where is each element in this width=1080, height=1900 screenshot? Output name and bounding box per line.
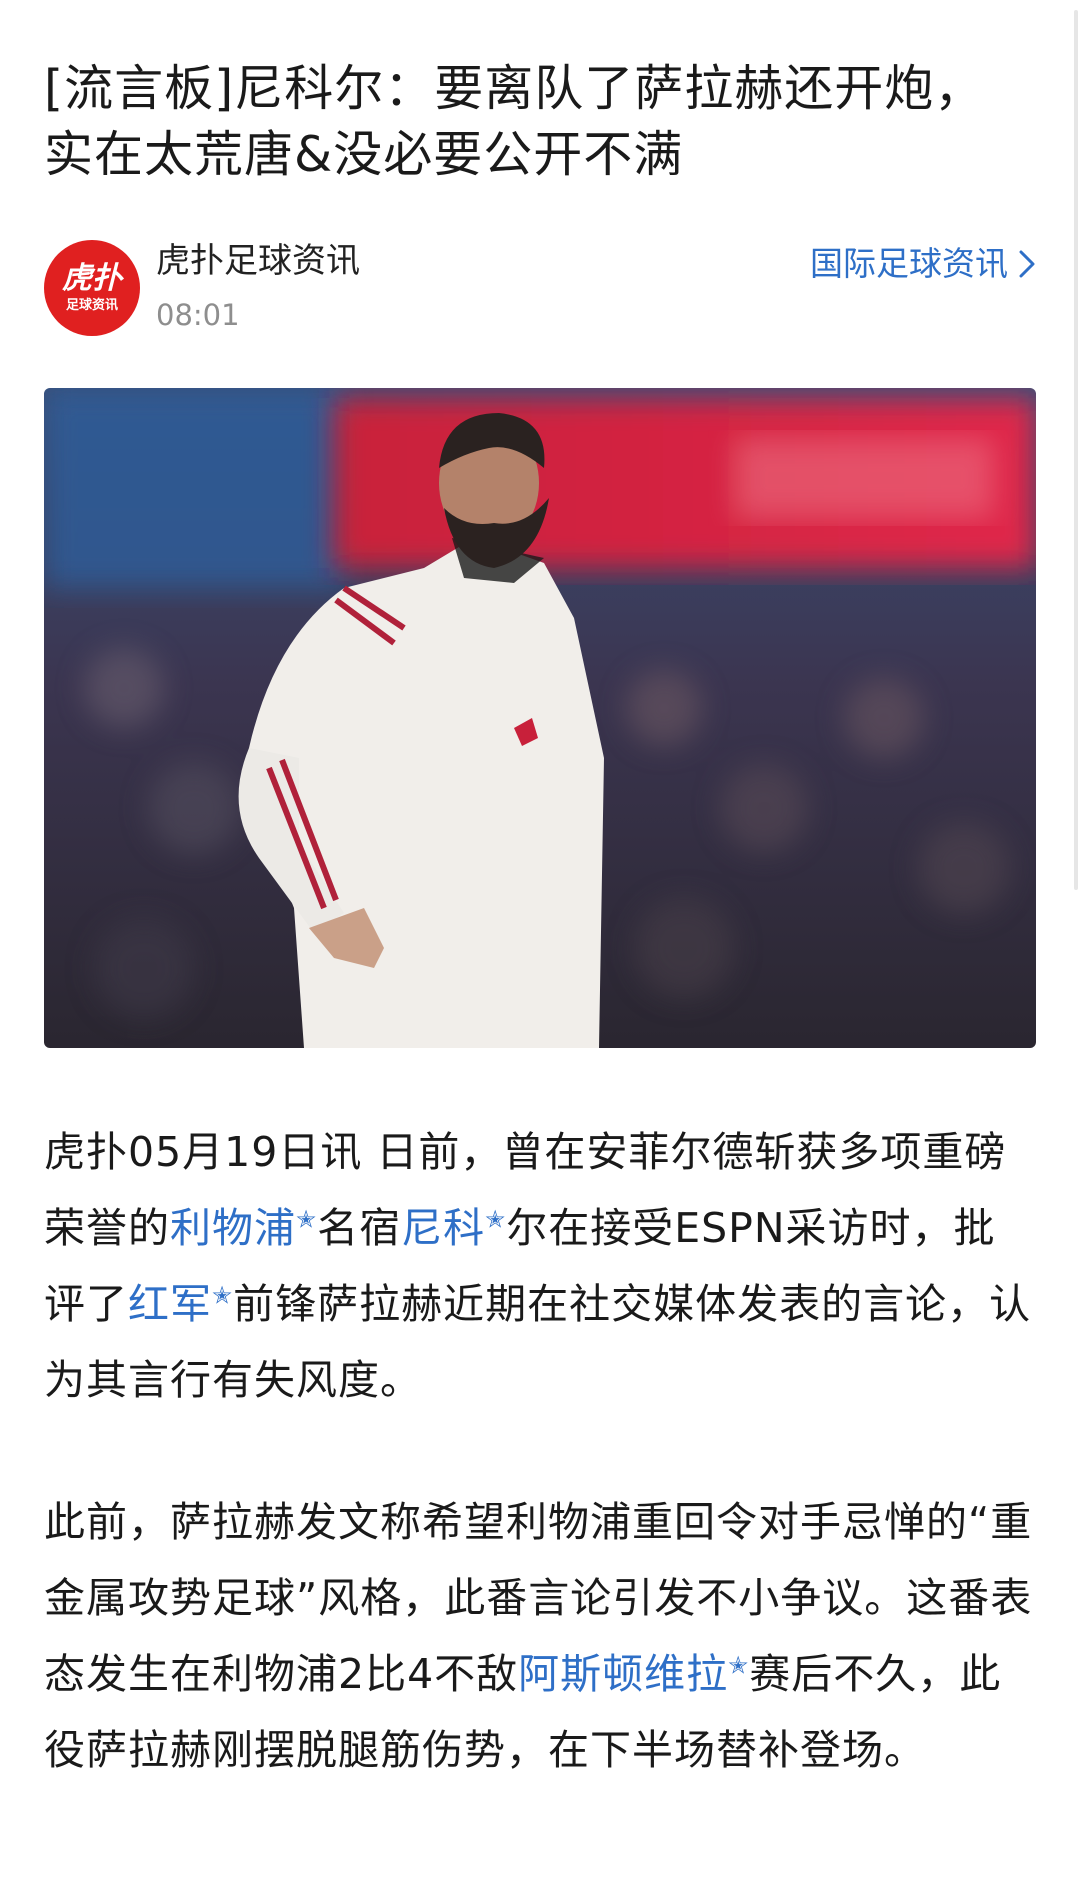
- article-paragraph-1: 虎扑05月19日讯 日前，曾在安菲尔德斩获多项重磅荣誉的利物浦✭名宿尼科✭尔在接…: [44, 1114, 1036, 1418]
- article-paragraph-2: 此前，萨拉赫发文称希望利物浦重回令对手忌惮的“重金属攻势足球”风格，此番言论引发…: [44, 1484, 1036, 1788]
- avatar-logo-text: 虎扑: [62, 261, 122, 296]
- keyword-star-icon: ✭: [212, 1281, 234, 1310]
- keyword-link-reds[interactable]: 红军: [128, 1280, 212, 1328]
- author-row: 虎扑 足球资讯 虎扑足球资讯 08:01 国际足球资讯: [44, 238, 1036, 338]
- keyword-link-liverpool[interactable]: 利物浦: [170, 1204, 296, 1252]
- channel-link-label: 国际足球资讯: [810, 244, 1008, 283]
- hero-photo-footballer: [44, 388, 1036, 1048]
- keyword-star-icon: ✭: [485, 1205, 507, 1234]
- keyword-star-icon: ✭: [728, 1651, 750, 1680]
- title-line-1: [流言板]尼科尔：要离队了萨拉赫还开炮，: [44, 60, 985, 117]
- keyword-link-nicol[interactable]: 尼科: [401, 1204, 485, 1252]
- article-page: [流言板]尼科尔：要离队了萨拉赫还开炮， 实在太荒唐&没必要公开不满 虎扑 足球…: [0, 0, 1080, 1900]
- post-time: 08:01: [156, 298, 240, 332]
- author-avatar[interactable]: 虎扑 足球资讯: [44, 240, 140, 336]
- paragraph-text: 名宿: [317, 1204, 402, 1252]
- avatar-logo-subtext: 足球资讯: [65, 298, 118, 313]
- title-line-2: 实在太荒唐&没必要公开不满: [44, 126, 684, 183]
- hero-image[interactable]: [44, 388, 1036, 1048]
- article-title: [流言板]尼科尔：要离队了萨拉赫还开炮， 实在太荒唐&没必要公开不满: [44, 56, 1024, 188]
- keyword-link-aston-villa[interactable]: 阿斯顿维拉: [518, 1650, 728, 1698]
- chevron-right-icon: [1019, 250, 1035, 278]
- channel-link[interactable]: 国际足球资讯: [810, 242, 1036, 286]
- keyword-star-icon: ✭: [296, 1205, 318, 1234]
- scrollbar-thumb[interactable]: [1074, 10, 1078, 890]
- scrollbar[interactable]: [1072, 0, 1080, 1900]
- author-name[interactable]: 虎扑足球资讯: [156, 238, 360, 284]
